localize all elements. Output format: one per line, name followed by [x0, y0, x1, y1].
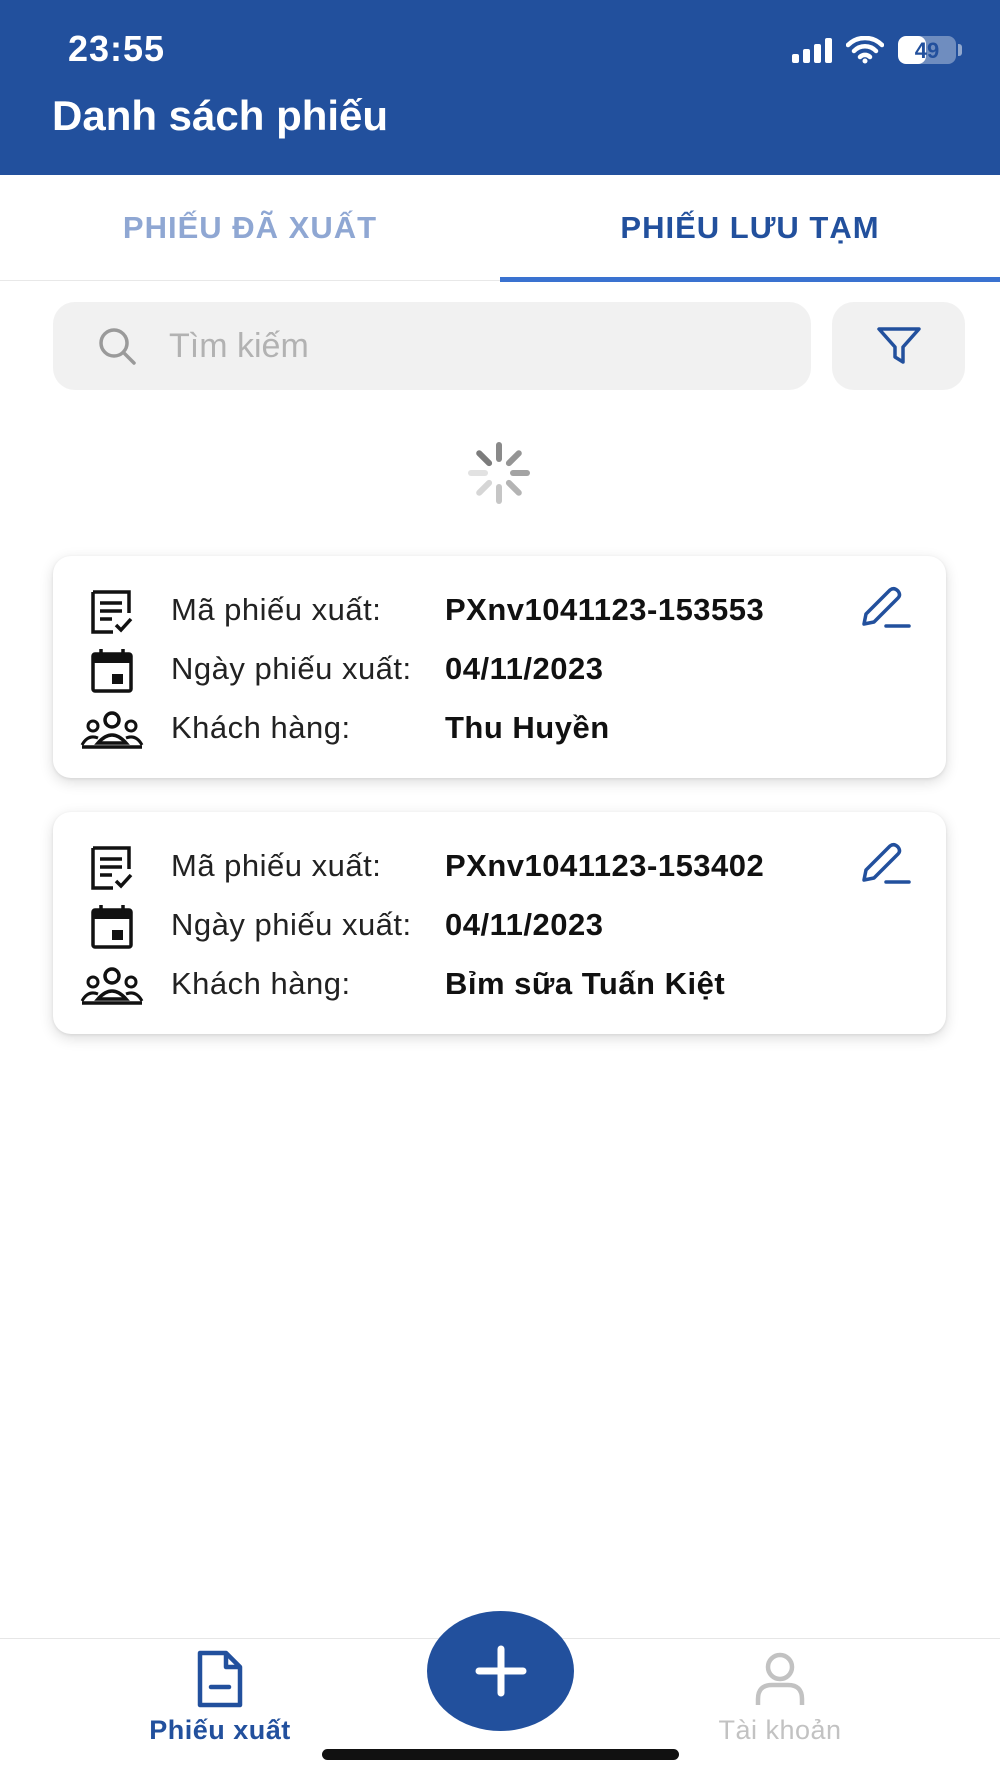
add-slip-button[interactable] — [427, 1611, 574, 1731]
people-group-icon — [80, 711, 144, 749]
document-minus-icon — [197, 1650, 243, 1708]
slip-code-label: Mã phiếu xuất: — [171, 848, 382, 883]
nav-item-account[interactable]: Tài khoản — [680, 1649, 880, 1746]
filter-button[interactable] — [832, 302, 965, 390]
nav-label-export-slips: Phiếu xuất — [149, 1715, 291, 1745]
people-group-icon — [80, 967, 144, 1005]
wifi-icon — [846, 36, 884, 64]
customer-value: Thu Huyền — [445, 710, 610, 745]
search-box — [53, 302, 811, 390]
draft-slip-card[interactable]: Mã phiếu xuất: PXnv1041123-153402 Ngày p… — [53, 812, 946, 1034]
slip-date-label: Ngày phiếu xuất: — [171, 651, 412, 686]
customer-row: Khách hàng: Thu Huyền — [53, 704, 883, 754]
tab-draft-slips[interactable]: PHIẾU LƯU TẠM — [500, 175, 1000, 281]
slip-date-row: Ngày phiếu xuất: 04/11/2023 — [53, 901, 883, 951]
slip-code-row: Mã phiếu xuất: PXnv1041123-153553 — [53, 586, 883, 636]
customer-label: Khách hàng: — [171, 710, 351, 745]
slip-code-row: Mã phiếu xuất: PXnv1041123-153402 — [53, 842, 883, 892]
nav-label-account: Tài khoản — [718, 1715, 842, 1745]
customer-label: Khách hàng: — [171, 966, 351, 1001]
nav-item-export-slips[interactable]: Phiếu xuất — [120, 1649, 320, 1746]
search-input[interactable] — [169, 302, 769, 390]
screen: 23:55 49 Danh sách phiếu PHIẾU ĐÃ XUẤT P… — [0, 0, 1000, 1778]
edit-pencil-icon[interactable] — [858, 842, 912, 888]
slip-date-value: 04/11/2023 — [445, 907, 604, 942]
customer-row: Khách hàng: Bỉm sữa Tuấn Kiệt — [53, 960, 883, 1010]
tab-bar: PHIẾU ĐÃ XUẤT PHIẾU LƯU TẠM — [0, 175, 1000, 282]
draft-slip-card[interactable]: Mã phiếu xuất: PXnv1041123-153553 Ngày p… — [53, 556, 946, 778]
receipt-check-icon — [91, 590, 133, 634]
home-indicator — [322, 1749, 679, 1760]
battery-icon: 49 — [898, 36, 956, 64]
slip-date-row: Ngày phiếu xuất: 04/11/2023 — [53, 645, 883, 695]
cellular-signal-icon — [792, 37, 832, 63]
slip-date-label: Ngày phiếu xuất: — [171, 907, 412, 942]
loading-spinner-icon — [468, 442, 530, 504]
slip-code-value: PXnv1041123-153553 — [445, 592, 765, 627]
user-icon — [755, 1652, 805, 1705]
slip-date-value: 04/11/2023 — [445, 651, 604, 686]
filter-icon — [876, 327, 921, 364]
active-tab-indicator — [500, 277, 1000, 282]
battery-percentage: 49 — [914, 38, 940, 63]
edit-pencil-icon[interactable] — [858, 586, 912, 632]
status-time: 23:55 — [68, 28, 166, 69]
slip-code-value: PXnv1041123-153402 — [445, 848, 765, 883]
customer-value: Bỉm sữa Tuấn Kiệt — [445, 966, 726, 1001]
calendar-icon — [91, 905, 133, 949]
tab-exported-slips[interactable]: PHIẾU ĐÃ XUẤT — [0, 175, 500, 281]
plus-icon — [475, 1645, 526, 1697]
page-title: Danh sách phiếu — [52, 92, 389, 139]
battery-tip — [958, 44, 962, 56]
slip-code-label: Mã phiếu xuất: — [171, 592, 382, 627]
status-icons: 49 — [792, 34, 962, 66]
search-icon — [99, 328, 136, 365]
calendar-icon — [91, 649, 133, 693]
receipt-check-icon — [91, 846, 133, 890]
app-header: 23:55 49 Danh sách phiếu — [0, 0, 1000, 175]
